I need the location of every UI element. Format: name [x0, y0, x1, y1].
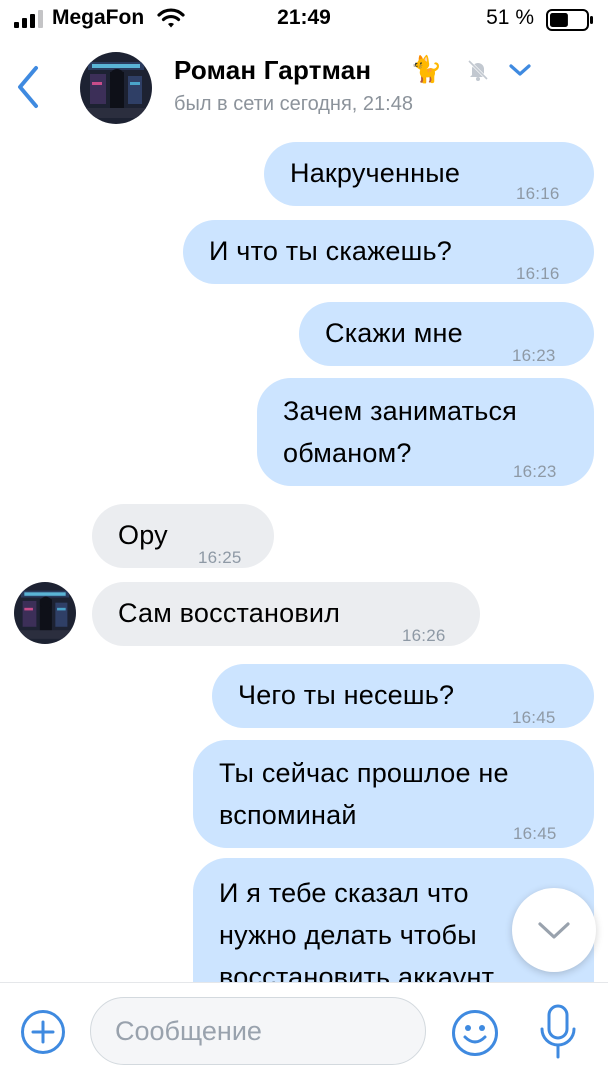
- message-input[interactable]: Сообщение: [90, 997, 426, 1065]
- chat-header: Роман Гартман 🐈 был в сети сегодня, 21:4…: [0, 40, 608, 132]
- message-text: Накрученные: [290, 158, 461, 188]
- message-time: 16:25: [198, 548, 242, 567]
- message-bubble-outgoing[interactable]: Скажи мне 16:23: [299, 302, 594, 366]
- battery-percentage: 51 %: [486, 6, 534, 29]
- message-time: 16:16: [516, 264, 560, 283]
- message-bubble-outgoing[interactable]: Чего ты несешь? 16:45: [212, 664, 594, 728]
- message-list[interactable]: Накрученные 16:16 И что ты скажешь? 16:1…: [0, 132, 608, 982]
- message-text: Сам восстановил: [118, 598, 341, 628]
- chevron-down-icon: [538, 922, 570, 939]
- scroll-to-bottom-button[interactable]: [512, 888, 596, 972]
- message-text: Скажи мне: [325, 318, 463, 348]
- message-time: 16:16: [516, 184, 560, 203]
- cat-emoji-icon: 🐈: [410, 54, 443, 84]
- message-text: Ты сейчас прошлое не вспоминай: [219, 758, 509, 830]
- battery-icon: [546, 9, 593, 31]
- message-bubble-outgoing[interactable]: Накрученные 16:16: [264, 142, 594, 206]
- message-text: И что ты скажешь?: [209, 236, 452, 266]
- contact-avatar[interactable]: [80, 52, 152, 124]
- bell-slash-icon: [467, 59, 489, 81]
- message-time: 16:26: [402, 626, 446, 645]
- contact-name[interactable]: Роман Гартман: [174, 55, 371, 86]
- message-bubble-outgoing[interactable]: Зачем заниматься обманом? 16:23: [257, 378, 594, 486]
- message-bubble-incoming[interactable]: Ору 16:25: [92, 504, 274, 568]
- message-time: 16:23: [512, 346, 556, 365]
- sender-avatar[interactable]: [14, 582, 76, 644]
- message-text: Ору: [118, 520, 168, 550]
- status-bar: MegaFon 21:49 51 %: [0, 0, 608, 40]
- message-bubble-outgoing[interactable]: И что ты скажешь? 16:16: [183, 220, 594, 284]
- chevron-down-icon[interactable]: [508, 62, 532, 78]
- message-bubble-incoming[interactable]: Сам восстановил 16:26: [92, 582, 480, 646]
- back-chevron-icon[interactable]: [14, 64, 44, 110]
- message-time: 16:45: [513, 824, 557, 843]
- message-text: Зачем заниматься обманом?: [283, 396, 518, 468]
- microphone-icon[interactable]: [538, 1003, 578, 1061]
- message-text: Чего ты несешь?: [238, 680, 455, 710]
- message-input-bar: Сообщение: [0, 982, 608, 1081]
- plus-circle-icon[interactable]: [20, 1009, 66, 1055]
- last-seen-status: был в сети сегодня, 21:48: [174, 93, 413, 115]
- message-text: И я тебе сказал что нужно делать чтобы в…: [219, 878, 495, 982]
- smile-icon[interactable]: [451, 1009, 499, 1057]
- message-bubble-outgoing[interactable]: Ты сейчас прошлое не вспоминай 16:45: [193, 740, 594, 848]
- message-time: 16:45: [512, 708, 556, 727]
- message-time: 16:23: [513, 462, 557, 481]
